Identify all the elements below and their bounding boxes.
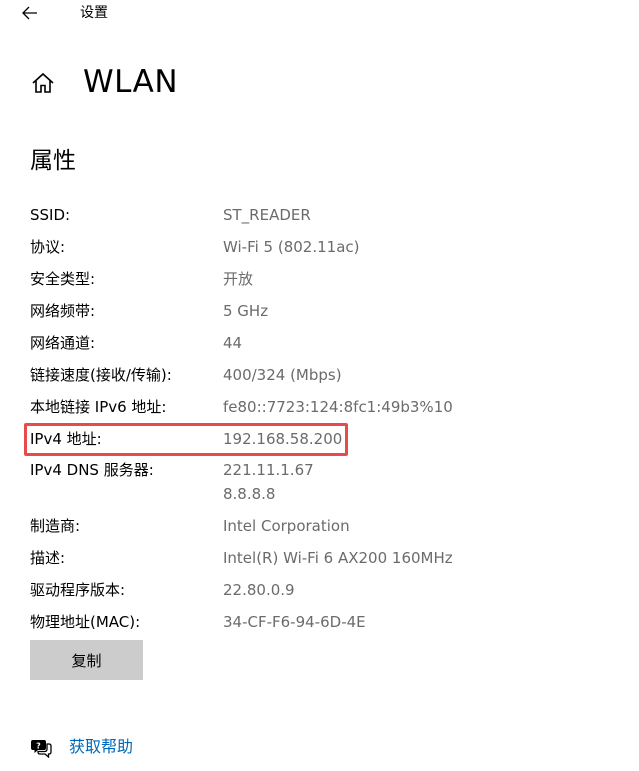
home-button[interactable] <box>31 71 55 95</box>
window-title: 设置 <box>80 5 108 21</box>
title-bar: 设置 <box>0 0 639 26</box>
property-label: 驱动程序版本: <box>30 581 126 599</box>
property-label: 网络频带: <box>30 302 96 320</box>
property-value[interactable]: 400/324 (Mbps) <box>223 363 342 387</box>
home-icon <box>32 72 54 93</box>
section-title: 属性 <box>30 148 76 174</box>
ipv4-highlight-box <box>24 423 348 456</box>
property-value[interactable]: Intel(R) Wi-Fi 6 AX200 160MHz <box>223 546 453 570</box>
property-value[interactable]: 44 <box>223 331 242 355</box>
property-value[interactable]: Wi-Fi 5 (802.11ac) <box>223 235 360 259</box>
property-label: 安全类型: <box>30 270 96 288</box>
property-value[interactable]: fe80::7723:124:8fc1:49b3%10 <box>223 395 453 419</box>
property-label: 链接速度(接收/传输): <box>30 366 172 384</box>
page-title: WLAN <box>83 64 179 100</box>
get-help-link[interactable]: 获取帮助 <box>69 736 133 758</box>
property-value[interactable]: 34-CF-F6-94-6D-4E <box>223 610 366 634</box>
property-label: 本地链接 IPv6 地址: <box>30 398 167 416</box>
arrow-left-icon <box>22 6 37 20</box>
property-label: 描述: <box>30 549 66 567</box>
property-value[interactable]: Intel Corporation <box>223 514 350 538</box>
property-label: 协议: <box>30 238 66 256</box>
property-value[interactable]: 开放 <box>223 267 253 291</box>
property-value[interactable]: 5 GHz <box>223 299 268 323</box>
property-value[interactable]: 22.80.0.9 <box>223 578 295 602</box>
property-value[interactable]: 221.11.1.67 8.8.8.8 <box>223 458 314 506</box>
property-label: 网络通道: <box>30 334 96 352</box>
back-button[interactable] <box>20 4 40 22</box>
property-label: SSID: <box>30 206 71 224</box>
property-label: 物理地址(MAC): <box>30 613 141 631</box>
property-label: IPv4 DNS 服务器: <box>30 461 154 479</box>
property-label: 制造商: <box>30 517 81 535</box>
property-value[interactable]: ST_READER <box>223 203 311 227</box>
chat-help-icon[interactable]: ? <box>30 736 52 759</box>
copy-button[interactable]: 复制 <box>30 640 143 680</box>
svg-text:?: ? <box>36 741 41 750</box>
